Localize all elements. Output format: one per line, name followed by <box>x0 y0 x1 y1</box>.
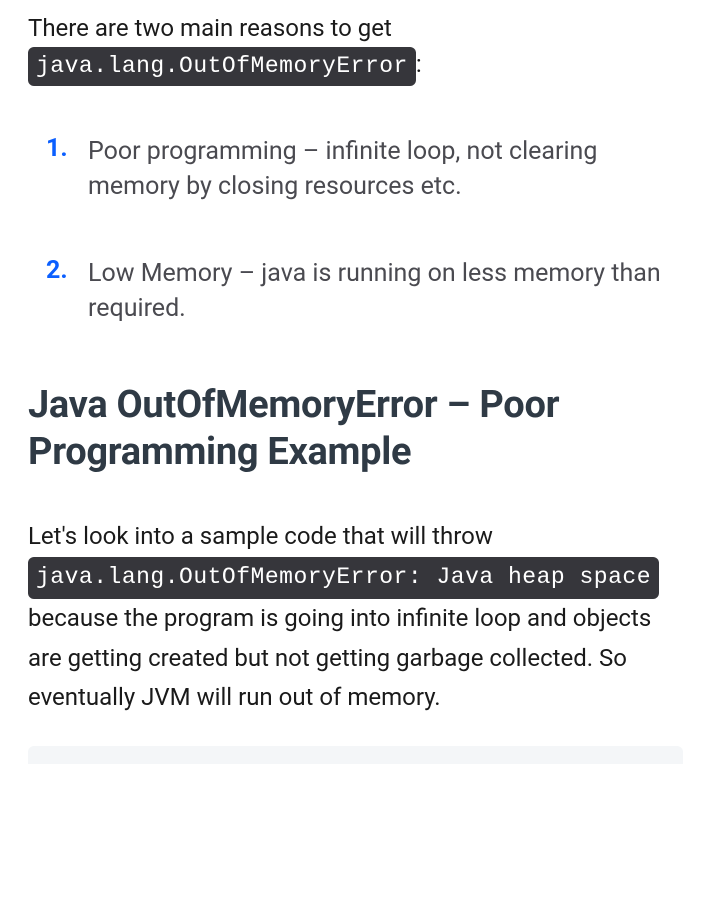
section-heading: Java OutOfMemoryError – Poor Programming… <box>28 382 683 477</box>
body-prefix: Let's look into a sample code that will … <box>28 522 493 550</box>
inline-code-error: java.lang.OutOfMemoryError <box>28 47 416 86</box>
reason-text: Poor programming – infinite loop, not cl… <box>88 134 683 204</box>
intro-paragraph: There are two main reasons to get java.l… <box>28 10 683 86</box>
code-block-top <box>28 746 683 764</box>
reasons-list: Poor programming – infinite loop, not cl… <box>28 134 683 326</box>
list-marker <box>46 256 88 285</box>
intro-suffix: : <box>416 50 422 78</box>
body-paragraph: Let's look into a sample code that will … <box>28 517 683 718</box>
list-item: Low Memory – java is running on less mem… <box>28 256 683 326</box>
list-marker <box>46 134 88 163</box>
list-item: Poor programming – infinite loop, not cl… <box>28 134 683 204</box>
intro-prefix: There are two main reasons to get <box>28 14 392 42</box>
inline-code-heap: java.lang.OutOfMemoryError: Java heap sp… <box>28 557 659 599</box>
body-suffix: because the program is going into infini… <box>28 604 651 711</box>
reason-text: Low Memory – java is running on less mem… <box>88 256 683 326</box>
